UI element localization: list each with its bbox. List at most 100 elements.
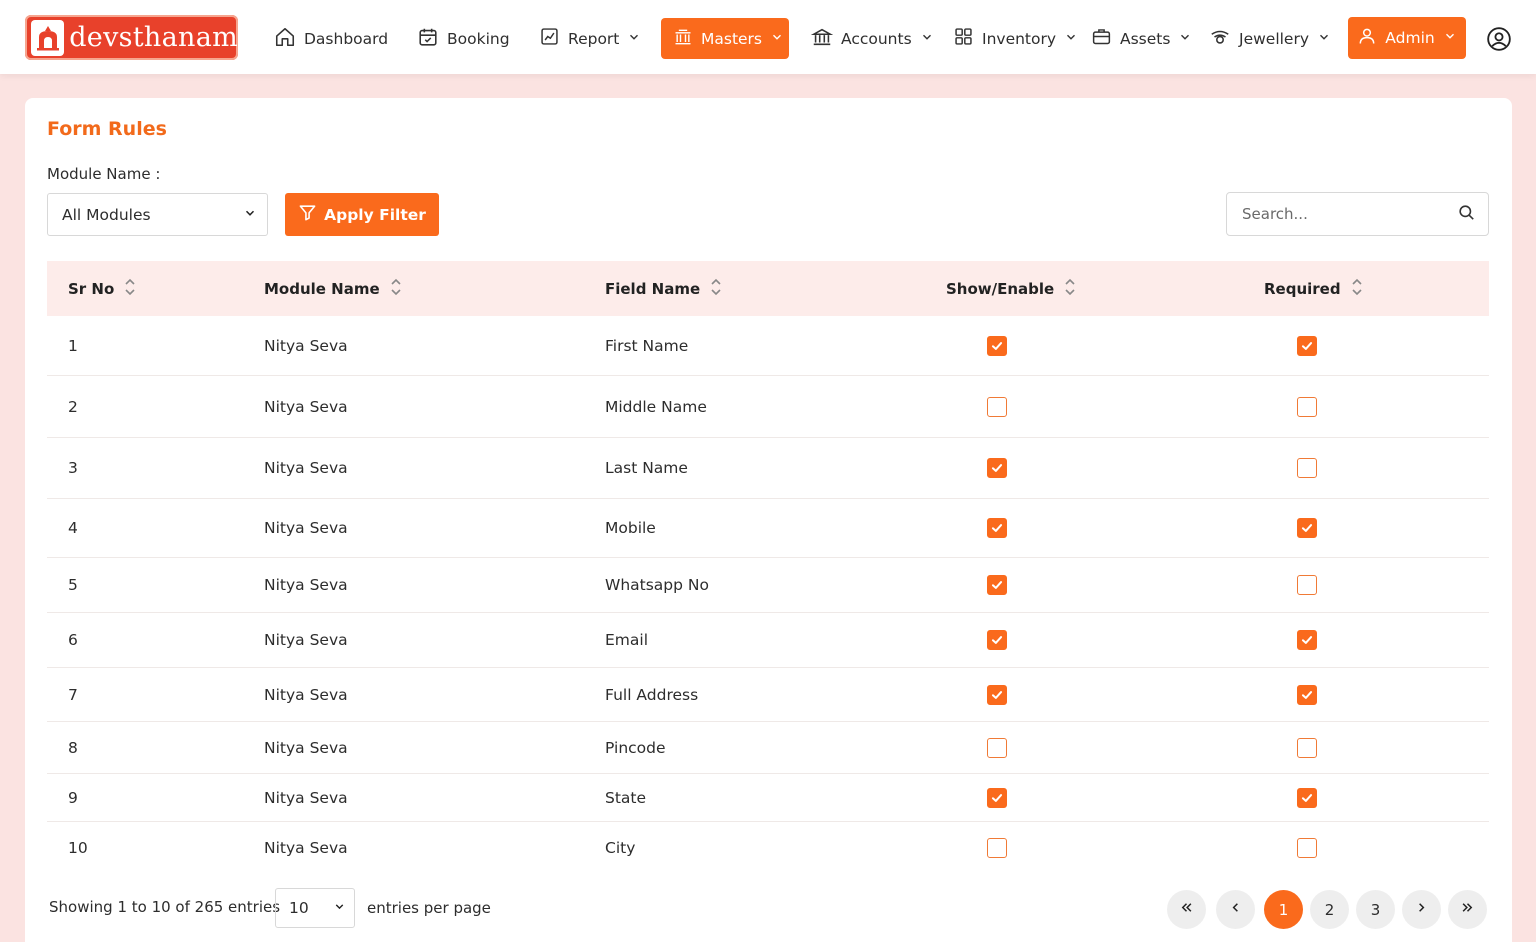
chevron-right-icon [1414, 900, 1429, 919]
prev-page-button[interactable] [1216, 890, 1255, 929]
sr-no-cell: 8 [68, 738, 78, 757]
chevron-left-icon [1228, 900, 1243, 919]
show-enable-checkbox[interactable] [987, 458, 1007, 478]
nav-booking[interactable]: Booking [417, 18, 510, 59]
form-rules-card: Form Rules Module Name : All Modules App… [25, 98, 1512, 942]
page-button-1[interactable]: 1 [1264, 890, 1303, 929]
field-name-cell: Pincode [605, 738, 666, 757]
form-rules-table: Sr No Module Name Field Name Show/Enable… [47, 261, 1489, 873]
column-header-sr-no[interactable]: Sr No [68, 278, 136, 300]
per-page-value: 10 [289, 899, 309, 917]
column-header-field-name[interactable]: Field Name [605, 278, 722, 300]
required-checkbox[interactable] [1297, 737, 1317, 758]
required-checkbox[interactable] [1297, 396, 1317, 417]
required-checkbox[interactable] [1297, 684, 1317, 705]
calendar-check-icon [417, 26, 439, 52]
module-select[interactable]: All Modules [47, 193, 268, 236]
profile-circle-icon[interactable] [1486, 26, 1512, 56]
nav-jewellery[interactable]: Jewellery [1209, 18, 1331, 59]
nav-masters[interactable]: Masters [661, 18, 789, 59]
nav-accounts[interactable]: Accounts [810, 18, 934, 59]
column-header-module-name[interactable]: Module Name [264, 278, 402, 300]
column-label: Field Name [605, 279, 701, 298]
chevron-down-icon [1443, 29, 1457, 47]
brand-name: devsthanam [69, 22, 238, 53]
module-name-cell: Nitya Seva [264, 788, 348, 807]
field-name-cell: First Name [605, 336, 689, 355]
chevron-down-icon [1178, 30, 1192, 48]
sr-no-cell: 1 [68, 336, 78, 355]
chevron-down-icon [333, 899, 346, 917]
column-label: Show/Enable [946, 279, 1055, 298]
page-title: Form Rules [47, 118, 167, 140]
table-row: 9 Nitya Seva State [47, 774, 1489, 822]
field-name-cell: Last Name [605, 459, 688, 477]
module-filter-label: Module Name : [47, 165, 161, 183]
module-name-cell: Nitya Seva [264, 576, 348, 594]
sr-no-cell: 2 [68, 397, 78, 416]
last-page-button[interactable] [1448, 890, 1487, 929]
field-name-cell: Middle Name [605, 397, 707, 416]
show-enable-checkbox[interactable] [987, 684, 1007, 705]
required-checkbox[interactable] [1297, 630, 1317, 650]
table-row: 4 Nitya Seva Mobile [47, 499, 1489, 558]
show-enable-checkbox[interactable] [987, 575, 1007, 595]
show-enable-checkbox[interactable] [987, 837, 1007, 858]
sr-no-cell: 9 [68, 788, 78, 807]
report-icon [539, 26, 560, 51]
show-enable-checkbox[interactable] [987, 335, 1007, 356]
search-icon[interactable] [1457, 203, 1476, 226]
nav-inventory[interactable]: Inventory [953, 18, 1078, 59]
module-name-cell: Nitya Seva [264, 738, 348, 757]
search-input[interactable] [1242, 205, 1442, 223]
show-enable-checkbox[interactable] [987, 518, 1007, 538]
chevron-down-icon [243, 206, 257, 224]
sr-no-cell: 3 [68, 459, 78, 477]
per-page-label: entries per page [367, 899, 491, 917]
briefcase-icon [1091, 26, 1112, 51]
show-enable-checkbox[interactable] [987, 787, 1007, 808]
module-name-cell: Nitya Seva [264, 397, 348, 416]
nav-dashboard[interactable]: Dashboard [274, 18, 388, 59]
admin-label: Admin [1385, 29, 1435, 47]
apply-filter-label: Apply Filter [324, 205, 426, 224]
field-name-cell: State [605, 788, 647, 807]
sort-icon [1351, 278, 1363, 300]
sort-icon [710, 278, 722, 300]
chevron-down-icon [770, 30, 784, 48]
column-header-show-enable[interactable]: Show/Enable [946, 278, 1076, 300]
next-page-button[interactable] [1402, 890, 1441, 929]
required-checkbox[interactable] [1297, 787, 1317, 808]
column-label: Sr No [68, 279, 115, 298]
nav-label: Inventory [982, 29, 1057, 48]
nav-report[interactable]: Report [539, 18, 641, 59]
home-icon [274, 26, 296, 52]
page-button-3[interactable]: 3 [1356, 890, 1395, 929]
admin-menu-button[interactable]: Admin [1348, 17, 1466, 59]
module-name-cell: Nitya Seva [264, 336, 348, 355]
sr-no-cell: 5 [68, 576, 78, 594]
module-name-cell: Nitya Seva [264, 519, 348, 537]
field-name-cell: Email [605, 631, 649, 649]
page-button-2[interactable]: 2 [1310, 890, 1349, 929]
required-checkbox[interactable] [1297, 575, 1317, 595]
nav-label: Booking [447, 29, 510, 48]
brand-logo[interactable]: devsthanam [25, 15, 238, 60]
per-page-select[interactable]: 10 [275, 888, 355, 928]
first-page-button[interactable] [1167, 890, 1206, 929]
search-field[interactable] [1226, 192, 1489, 236]
required-checkbox[interactable] [1297, 837, 1317, 858]
nav-label: Assets [1120, 29, 1171, 48]
show-enable-checkbox[interactable] [987, 396, 1007, 417]
table-row: 2 Nitya Seva Middle Name [47, 376, 1489, 438]
apply-filter-button[interactable]: Apply Filter [285, 193, 439, 236]
table-row: 6 Nitya Seva Email [47, 613, 1489, 668]
show-enable-checkbox[interactable] [987, 630, 1007, 650]
required-checkbox[interactable] [1297, 518, 1317, 538]
required-checkbox[interactable] [1297, 335, 1317, 356]
show-enable-checkbox[interactable] [987, 737, 1007, 758]
module-name-cell: Nitya Seva [264, 685, 348, 704]
required-checkbox[interactable] [1297, 458, 1317, 478]
column-header-required[interactable]: Required [1264, 278, 1363, 300]
nav-assets[interactable]: Assets [1091, 18, 1192, 59]
